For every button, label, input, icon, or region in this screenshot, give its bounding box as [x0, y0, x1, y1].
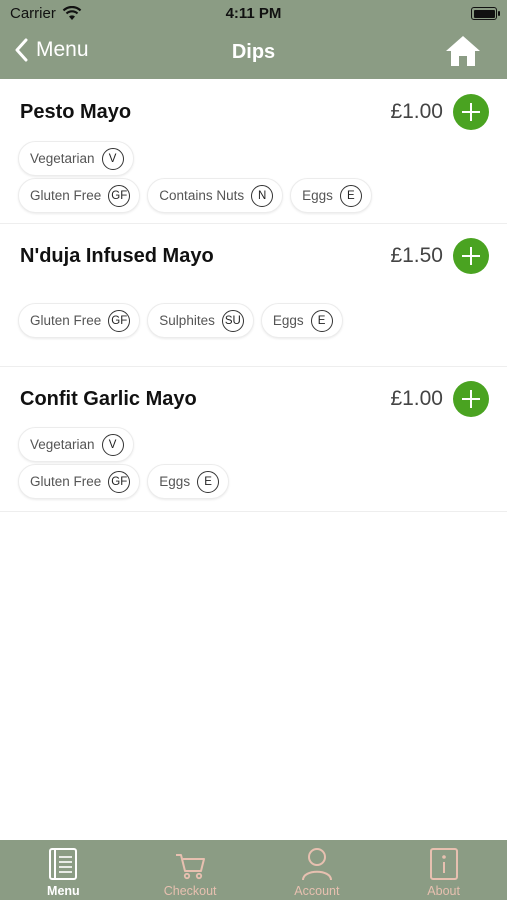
tag-row: Gluten Free GF Contains Nuts N Eggs E — [18, 178, 372, 213]
item-price: £1.50 — [390, 244, 443, 267]
dietary-tag: Vegetarian V — [18, 427, 134, 462]
item-price: £1.00 — [390, 100, 443, 123]
list-item: Pesto Mayo £1.00 Vegetarian V Gluten Fre… — [0, 79, 507, 224]
tag-code-badge: GF — [108, 309, 131, 332]
person-icon — [301, 848, 332, 881]
tag-code-badge: V — [101, 147, 124, 170]
item-name: Pesto Mayo — [20, 101, 132, 123]
menu-book-icon — [49, 848, 78, 880]
tab-label: Checkout — [163, 884, 217, 898]
tag-code-badge: N — [251, 184, 274, 207]
tab-label: Menu — [47, 884, 80, 898]
tag-code-badge: GF — [108, 184, 131, 207]
tag-label: Eggs — [302, 188, 333, 203]
dietary-tag: Eggs E — [290, 178, 372, 213]
tab-checkout[interactable]: Checkout — [127, 840, 254, 900]
tag-code-badge: E — [339, 184, 362, 207]
item-list: Pesto Mayo £1.00 Vegetarian V Gluten Fre… — [0, 79, 507, 512]
header: Carrier 4:11 PM Menu Dips — [0, 0, 507, 79]
tab-bar: Menu Checkout Account About — [0, 840, 507, 900]
dietary-tag: Eggs E — [260, 303, 343, 338]
item-name: N'duja Infused Mayo — [20, 245, 214, 267]
battery-icon — [471, 7, 500, 20]
tag-code-badge: E — [197, 470, 220, 493]
tag-label: Gluten Free — [30, 313, 102, 328]
tag-code-badge: SU — [221, 309, 244, 332]
tag-row: Vegetarian V — [18, 427, 134, 462]
home-icon[interactable] — [445, 34, 481, 68]
tab-menu[interactable]: Menu — [0, 840, 127, 900]
list-item: N'duja Infused Mayo £1.50 Gluten Free GF… — [0, 224, 507, 367]
cart-icon — [176, 854, 206, 880]
page-title: Dips — [231, 41, 276, 63]
tag-code-badge: E — [310, 309, 333, 332]
tab-label: About — [427, 884, 460, 898]
tag-row: Vegetarian V — [18, 141, 134, 176]
tab-label: Account — [294, 884, 340, 898]
tab-account[interactable]: Account — [254, 840, 381, 900]
tag-label: Gluten Free — [30, 474, 102, 489]
add-button[interactable] — [453, 381, 489, 417]
info-icon — [429, 848, 458, 880]
dietary-tag: Eggs E — [147, 464, 230, 499]
dietary-tag: Vegetarian V — [18, 141, 134, 176]
dietary-tag: Contains Nuts N — [147, 178, 284, 213]
item-name: Confit Garlic Mayo — [20, 388, 197, 410]
tag-label: Contains Nuts — [159, 188, 245, 203]
tag-row: Gluten Free GF Sulphites SU Eggs E — [18, 303, 343, 338]
dietary-tag: Sulphites SU — [147, 303, 254, 338]
tag-label: Vegetarian — [30, 151, 95, 166]
tag-label: Vegetarian — [30, 437, 95, 452]
dietary-tag: Gluten Free GF — [18, 178, 141, 213]
dietary-tag: Gluten Free GF — [18, 464, 141, 499]
status-time: 4:11 PM — [225, 5, 282, 22]
item-price: £1.00 — [390, 387, 443, 410]
tag-row: Gluten Free GF Eggs E — [18, 464, 230, 499]
tag-label: Sulphites — [159, 313, 215, 328]
tag-code-badge: GF — [108, 470, 131, 493]
tag-label: Gluten Free — [30, 188, 102, 203]
tag-label: Eggs — [159, 474, 191, 489]
tag-code-badge: V — [101, 433, 124, 456]
tab-about[interactable]: About — [380, 840, 507, 900]
add-button[interactable] — [453, 94, 489, 130]
dietary-tag: Gluten Free GF — [18, 303, 141, 338]
list-item: Confit Garlic Mayo £1.00 Vegetarian V Gl… — [0, 367, 507, 512]
add-button[interactable] — [453, 238, 489, 274]
status-bar: Carrier 4:11 PM — [0, 0, 507, 28]
tag-label: Eggs — [272, 313, 304, 328]
nav-bar: Menu Dips — [0, 30, 507, 76]
